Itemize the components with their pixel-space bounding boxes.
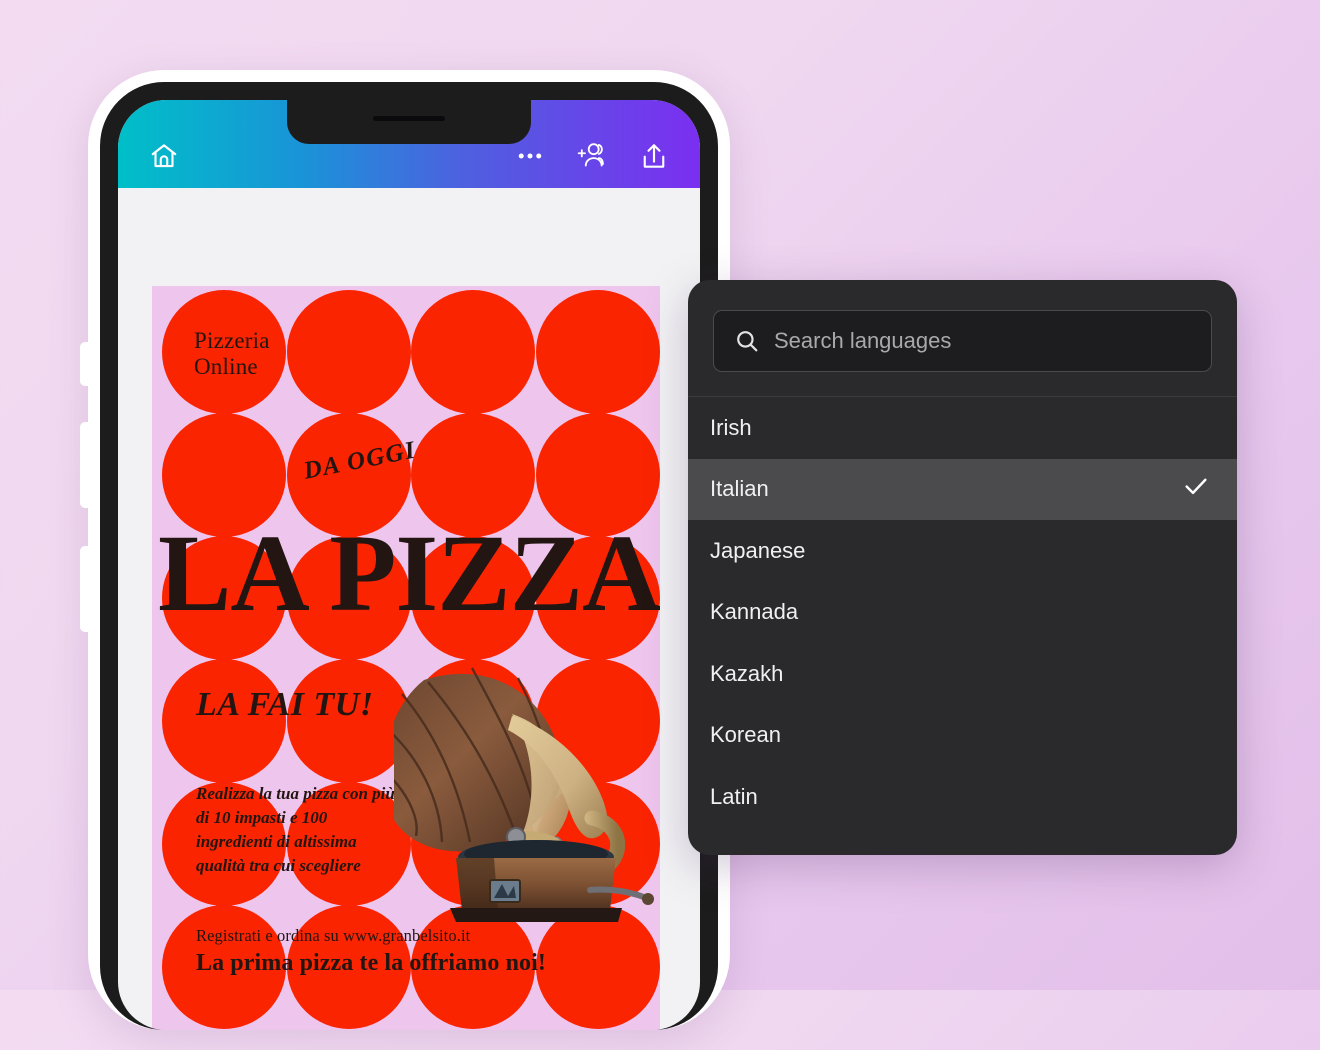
poster-circle [286,290,411,414]
gramophone-illustration [394,658,660,928]
search-icon [734,328,760,354]
check-icon [1181,471,1211,507]
home-icon[interactable] [142,134,186,178]
phone-bezel: Pizzeria Online DA OGGI LA PIZZA LA FAI … [100,82,718,1030]
language-list[interactable]: Irish Italian Japanese Kannada Kazakh Korean L… [688,397,1237,855]
poster-circle [411,290,535,414]
phone-outer-frame: Pizzeria Online DA OGGI LA PIZZA LA FAI … [80,70,730,1030]
language-list-item[interactable]: Latin [688,766,1237,828]
share-icon[interactable] [632,134,676,178]
language-item-label: Korean [710,722,781,748]
poster-brand-line-2: Online [194,353,258,379]
language-list-item[interactable]: Irish [688,397,1237,459]
phone-volume-down-button[interactable] [80,546,94,632]
poster-cta-line: La prima pizza te la offriamo noi! [196,950,547,976]
phone-volume-up-button[interactable] [80,422,94,508]
language-item-label: Italian [710,476,769,502]
language-item-label: Latin [710,783,758,809]
language-dropdown-panel: Irish Italian Japanese Kannada Kazakh Korean L… [688,280,1237,855]
language-item-label: Japanese [710,537,806,563]
poster-register-line: Registrati e ordina su www.granbelsito.i… [196,926,471,945]
phone-notch [287,100,531,144]
language-list-item[interactable]: Korean [688,705,1237,767]
design-poster-canvas[interactable]: Pizzeria Online DA OGGI LA PIZZA LA FAI … [152,286,660,1030]
language-list-item[interactable]: Kannada [688,582,1237,644]
add-collaborator-icon[interactable] [570,134,614,178]
poster-headline: LA PIZZA [158,512,660,634]
phone-silent-switch[interactable] [80,342,94,386]
language-list-item[interactable]: Kazakh [688,643,1237,705]
language-search-box[interactable] [713,310,1212,372]
poster-body-text: Realizza la tua pizza con più di 10 impa… [196,784,395,876]
poster-brand-line-1: Pizzeria [194,328,270,353]
poster-circle [535,290,660,414]
phone-screen: Pizzeria Online DA OGGI LA PIZZA LA FAI … [118,100,700,1030]
language-item-label: Kazakh [710,660,784,686]
language-list-item[interactable]: Italian [688,458,1237,520]
poster-brand-name: Pizzeria Online [194,328,270,380]
language-item-label: Irish [710,414,752,440]
language-search-row [688,280,1237,397]
language-list-item[interactable]: Japanese [688,520,1237,582]
language-item-label: Kannada [710,599,799,625]
phone-mockup: Pizzeria Online DA OGGI LA PIZZA LA FAI … [80,70,730,1050]
phone-speaker-slit [373,116,445,121]
poster-subhead: LA FAI TU! [196,686,374,723]
search-input[interactable] [774,328,1191,354]
